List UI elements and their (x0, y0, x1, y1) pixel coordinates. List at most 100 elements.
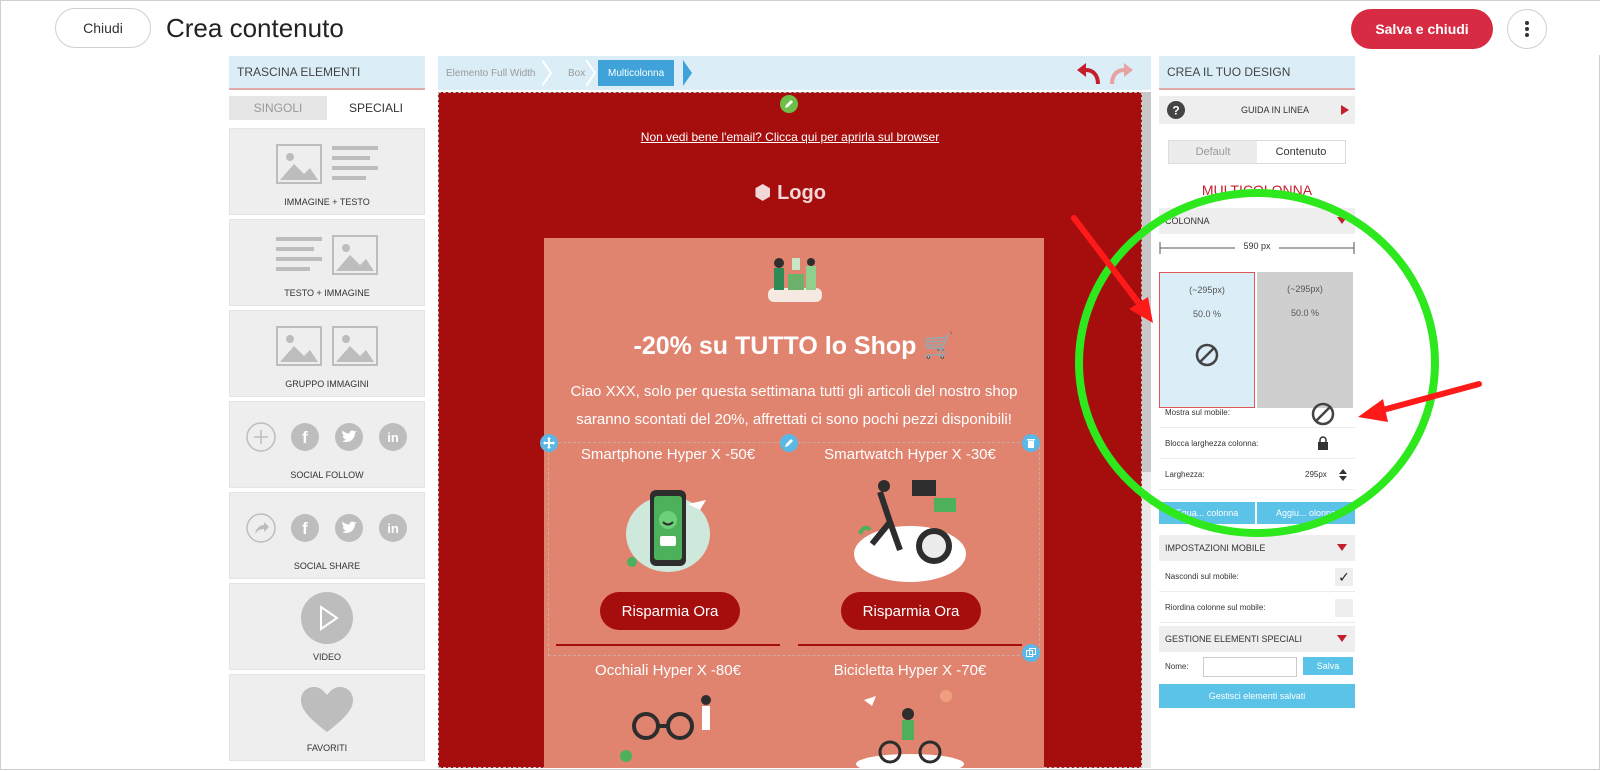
duplicate-handle[interactable] (1022, 644, 1040, 662)
breadcrumb: Elemento Full Width Box Multicolonna (438, 56, 1151, 90)
colonna-label: COLONNA (1165, 216, 1210, 226)
tab-speciali[interactable]: SPECIALI (327, 96, 425, 120)
top-bar: Chiudi Crea contenuto Salva e chiudi (1, 1, 1600, 55)
browser-view-link[interactable]: Non vedi bene l'email? Clicca qui per ap… (438, 130, 1142, 144)
tab-singoli[interactable]: SINGOLI (229, 96, 327, 120)
redo-icon (1110, 63, 1133, 84)
total-width-ruler: 590 px (1159, 240, 1355, 256)
product-title: Smartphone Hyper X -50€ (580, 446, 756, 463)
smartphone-illustration-icon (626, 490, 710, 572)
twitter-icon (335, 514, 363, 542)
text-image-icon (230, 232, 424, 278)
svg-text:in: in (387, 521, 399, 536)
add-column-button[interactable]: Aggiu... olonna (1257, 502, 1355, 524)
column-1-box[interactable]: (~295px) 50.0 % (1159, 272, 1255, 408)
column-2-box[interactable]: (~295px) 50.0 % (1257, 272, 1353, 408)
column-px: (~295px) (1189, 285, 1225, 295)
redo-button[interactable] (1106, 60, 1136, 86)
bicycle-illustration-icon (856, 690, 964, 768)
image-text-icon (230, 141, 424, 187)
edit-handle[interactable] (780, 95, 798, 113)
tile-label: SOCIAL SHARE (293, 561, 361, 571)
column-pct: 50.0 % (1290, 308, 1320, 318)
app-frame: Chiudi Crea contenuto Salva e chiudi TRA… (0, 0, 1600, 770)
close-button[interactable]: Chiudi (55, 8, 151, 48)
tile-social-follow[interactable]: f in SOCIAL FOLLOW (229, 401, 425, 488)
logo-text: Logo (777, 182, 826, 204)
save-and-close-button[interactable]: Salva e chiudi (1351, 9, 1493, 49)
hide-mobile-checkbox[interactable]: ✓ (1335, 568, 1353, 586)
tile-label: FAVORITI (306, 743, 348, 753)
tile-text-image[interactable]: TESTO + IMMAGINE (229, 219, 425, 306)
linkedin-icon: in (379, 514, 407, 542)
tile-label: IMMAGINE + TESTO (284, 197, 370, 207)
lock-icon[interactable] (1317, 436, 1329, 450)
undo-button[interactable] (1074, 60, 1104, 86)
collapse-triangle-icon (1337, 635, 1347, 642)
canvas-scrollbar-thumb[interactable] (1142, 92, 1151, 472)
shopping-illustration-icon (768, 258, 822, 302)
field-label: Riordina colonne sul mobile: (1165, 603, 1266, 612)
colonna-section-header[interactable]: COLONNA (1159, 208, 1355, 234)
seg-default[interactable]: Default (1169, 141, 1257, 163)
glasses-illustration-icon (620, 695, 711, 762)
field-width: Larghezza: 295px (1159, 460, 1355, 490)
product-title: Occhiali Hyper X -80€ (595, 662, 741, 679)
field-label: Nascondi sul mobile: (1165, 572, 1239, 581)
twitter-icon (335, 423, 363, 451)
name-row: Nome: Salva (1159, 656, 1355, 678)
linkedin-icon: in (379, 423, 407, 451)
smartwatch-illustration-icon (854, 480, 966, 582)
video-play-icon (230, 590, 424, 646)
cta-button[interactable]: Risparmia Ora (600, 592, 740, 630)
more-options-button[interactable] (1507, 9, 1547, 49)
page-title: Crea contenuto (166, 13, 344, 43)
tile-social-share[interactable]: f in SOCIAL SHARE (229, 492, 425, 579)
cta-button[interactable]: Risparmia Ora (841, 592, 981, 630)
tile-favorites[interactable]: FAVORITI (229, 674, 425, 761)
field-show-on-mobile: Mostra sul mobile: (1159, 398, 1355, 428)
breadcrumb-item-full-width[interactable]: Elemento Full Width (446, 60, 535, 86)
save-element-button[interactable]: Salva (1303, 657, 1353, 675)
special-elements-header[interactable]: GESTIONE ELEMENTI SPECIALI (1159, 626, 1355, 652)
undo-icon (1077, 63, 1100, 84)
name-input[interactable] (1203, 657, 1297, 677)
tile-label: SOCIAL FOLLOW (290, 470, 364, 480)
no-mobile-icon[interactable] (1311, 402, 1335, 426)
field-hide-on-mobile: Nascondi sul mobile: ✓ (1159, 562, 1355, 592)
tile-video[interactable]: VIDEO (229, 583, 425, 670)
product-divider (556, 644, 780, 646)
pencil-icon (785, 100, 793, 108)
tile-label: VIDEO (312, 652, 341, 662)
tile-image-text[interactable]: IMMAGINE + TESTO (229, 128, 425, 215)
email-logo: ⬢ Logo (438, 180, 1142, 205)
section-title: MULTICOLONNA (1201, 182, 1313, 198)
reorder-mobile-checkbox[interactable] (1335, 599, 1353, 617)
guide-row[interactable]: ? GUIDA IN LINEA (1159, 96, 1355, 124)
field-label: Larghezza: (1165, 470, 1205, 479)
mobile-settings-header[interactable]: IMPOSTAZIONI MOBILE (1159, 535, 1355, 561)
share-icon (246, 513, 276, 543)
stepper-icon[interactable] (1339, 469, 1347, 481)
tile-label: GRUPPO IMMAGINI (285, 379, 369, 389)
field-label: Mostra sul mobile: (1165, 408, 1230, 417)
email-headline: -20% su TUTTO lo Shop 🛒 (633, 332, 955, 360)
field-lock-width: Blocca larghezza colonna: (1159, 429, 1355, 459)
equalize-columns-button[interactable]: Equa... colonna (1159, 502, 1255, 524)
width-value-input[interactable]: 295px (1305, 470, 1327, 479)
manage-saved-elements-button[interactable]: Gestisci elementi salvati (1159, 684, 1355, 708)
help-icon: ? (1167, 101, 1185, 119)
product-divider (798, 644, 1022, 646)
mobile-settings-label: IMPOSTAZIONI MOBILE (1165, 543, 1266, 553)
facebook-icon: f (291, 514, 319, 542)
design-mode-toggle: Default Contenuto (1168, 140, 1346, 164)
seg-contenuto[interactable]: Contenuto (1257, 141, 1345, 163)
svg-text:in: in (387, 430, 399, 445)
email-card[interactable]: -20% su TUTTO lo Shop 🛒 Ciao XXX, solo p… (540, 238, 1044, 768)
tile-image-group[interactable]: GRUPPO IMMAGINI (229, 310, 425, 397)
breadcrumb-arrow-tip (683, 60, 692, 86)
breadcrumb-item-multicolonna[interactable]: Multicolonna (598, 60, 675, 86)
breadcrumb-item-box[interactable]: Box (568, 60, 585, 86)
svg-text:f: f (302, 428, 308, 447)
field-reorder-mobile: Riordina colonne sul mobile: (1159, 593, 1355, 623)
